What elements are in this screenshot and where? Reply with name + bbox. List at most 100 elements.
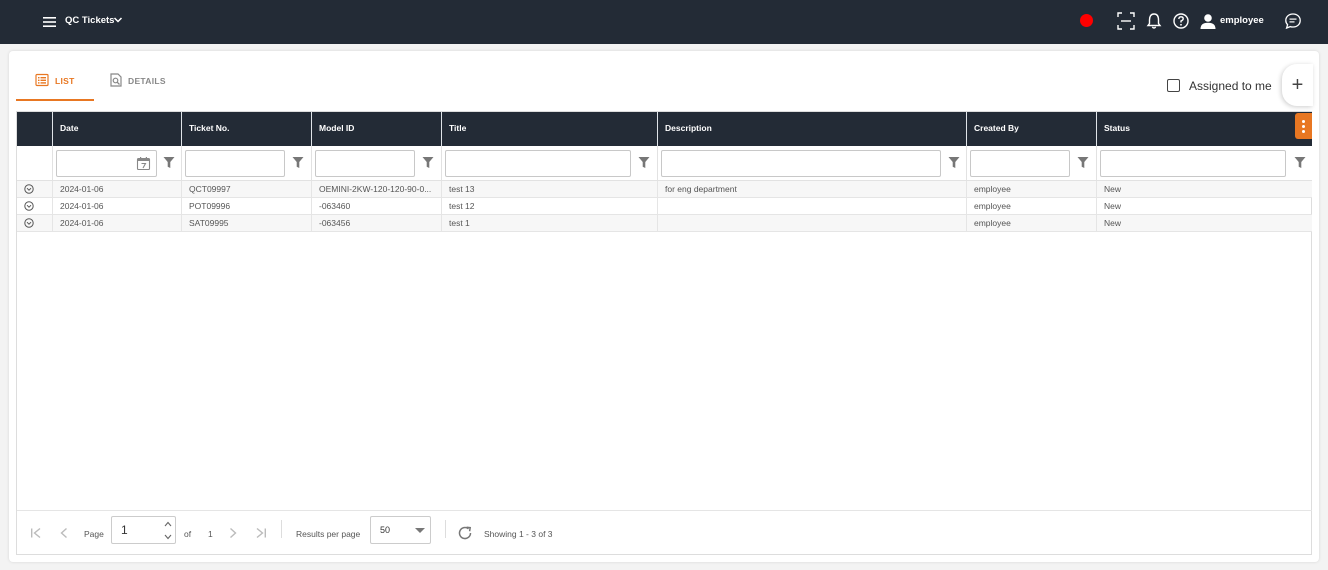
cell-created-by: employee <box>966 215 1096 232</box>
table-row[interactable]: 2024-01-06 POT09996 -063460 test 12 empl… <box>17 198 1312 215</box>
pager: Page 1 of 1 Results per page 50 Showing … <box>17 510 1312 555</box>
column-menu-button[interactable] <box>1295 113 1312 139</box>
filter-icon[interactable] <box>422 156 434 169</box>
assigned-to-me-checkbox[interactable]: Assigned to me <box>1167 78 1287 94</box>
expand-row-icon[interactable] <box>24 218 34 228</box>
results-per-page-select[interactable]: 50 <box>370 516 431 544</box>
header-status[interactable]: Status <box>1096 112 1296 146</box>
previous-page-icon[interactable] <box>57 526 71 540</box>
cell-date: 2024-01-06 <box>52 198 181 215</box>
last-page-icon[interactable] <box>254 526 268 540</box>
cell-created-by: employee <box>966 198 1096 215</box>
cell-created-by: employee <box>966 181 1096 198</box>
results-per-page-value[interactable]: 50 <box>380 525 390 535</box>
cell-status: New <box>1096 198 1312 215</box>
filter-icon[interactable] <box>1077 156 1089 169</box>
table-row[interactable]: 2024-01-06 QCT09997 OEMINI-2KW-120-120-9… <box>17 181 1312 198</box>
assigned-to-me-label[interactable]: Assigned to me <box>1189 79 1272 93</box>
ticket-no-filter-input[interactable] <box>185 150 285 177</box>
filter-ticket-no <box>181 146 311 181</box>
first-page-icon[interactable] <box>29 526 43 540</box>
cell-date: 2024-01-06 <box>52 215 181 232</box>
description-filter-input[interactable] <box>661 150 941 177</box>
cell-status: New <box>1096 181 1312 198</box>
cell-ticket-no: SAT09995 <box>181 215 311 232</box>
cell-title: test 1 <box>441 215 657 232</box>
page-number-input[interactable]: 1 <box>111 516 176 544</box>
tickets-grid: Date Ticket No. Model ID Title Descripti… <box>16 111 1312 555</box>
filter-icon[interactable] <box>948 156 960 169</box>
table-row[interactable]: 2024-01-06 SAT09995 -063456 test 1 emplo… <box>17 215 1312 232</box>
user-name[interactable]: employee <box>1220 15 1264 26</box>
cell-ticket-no: POT09996 <box>181 198 311 215</box>
filter-icon[interactable] <box>638 156 650 169</box>
title-filter-input[interactable] <box>445 150 631 177</box>
cell-status: New <box>1096 215 1312 232</box>
page-number-value[interactable]: 1 <box>121 523 128 537</box>
cell-model-id: OEMINI-2KW-120-120-90-0... <box>311 181 441 198</box>
grid-header: Date Ticket No. Model ID Title Descripti… <box>17 112 1312 146</box>
document-search-icon <box>110 73 122 87</box>
of-label: of <box>184 529 192 539</box>
header-created-by[interactable]: Created By <box>966 112 1096 146</box>
filter-icon[interactable] <box>1294 156 1306 169</box>
header-description[interactable]: Description <box>657 112 966 146</box>
chevron-down-icon[interactable] <box>113 15 123 25</box>
menu-icon[interactable] <box>40 12 60 32</box>
main-card: LIST DETAILS Assigned to me + Date Ticke… <box>9 51 1319 562</box>
tab-list-label: LIST <box>55 76 75 86</box>
chat-icon[interactable] <box>1284 12 1302 30</box>
results-per-page-label: Results per page <box>296 529 361 539</box>
filter-title <box>441 146 657 181</box>
cell-ticket-no: QCT09997 <box>181 181 311 198</box>
filter-model-id <box>311 146 441 181</box>
cell-date: 2024-01-06 <box>52 181 181 198</box>
cell-description <box>657 215 966 232</box>
date-filter-input[interactable] <box>56 150 157 177</box>
list-icon <box>35 73 49 87</box>
model-id-filter-input[interactable] <box>315 150 415 177</box>
filter-icon[interactable] <box>292 156 304 169</box>
filter-icon[interactable] <box>163 156 175 169</box>
dropdown-arrow-icon[interactable] <box>415 528 425 533</box>
cell-model-id: -063456 <box>311 215 441 232</box>
cell-title: test 12 <box>441 198 657 215</box>
filter-status <box>1096 146 1312 181</box>
header-title[interactable]: Title <box>441 112 657 146</box>
filter-description <box>657 146 966 181</box>
cell-title: test 13 <box>441 181 657 198</box>
filter-created-by <box>966 146 1096 181</box>
top-bar: QC Tickets employee <box>0 0 1328 44</box>
tab-details[interactable]: DETAILS <box>109 73 179 101</box>
created-by-filter-input[interactable] <box>970 150 1070 177</box>
total-pages: 1 <box>208 529 213 539</box>
checkbox-box[interactable] <box>1167 79 1180 92</box>
spin-up-icon[interactable] <box>164 521 172 527</box>
header-expander <box>17 112 52 146</box>
bell-icon[interactable] <box>1145 12 1163 30</box>
calendar-icon[interactable] <box>136 156 151 171</box>
showing-count: Showing 1 - 3 of 3 <box>484 529 553 539</box>
help-icon[interactable] <box>1172 12 1190 30</box>
add-button[interactable]: + <box>1282 64 1313 106</box>
cell-description: for eng department <box>657 181 966 198</box>
cell-model-id: -063460 <box>311 198 441 215</box>
tab-list[interactable]: LIST <box>16 73 94 101</box>
status-filter-input[interactable] <box>1100 150 1286 177</box>
header-date[interactable]: Date <box>52 112 181 146</box>
tab-details-label: DETAILS <box>128 76 166 86</box>
next-page-icon[interactable] <box>226 526 240 540</box>
spin-down-icon[interactable] <box>164 534 172 540</box>
refresh-icon[interactable] <box>457 525 473 541</box>
header-model-id[interactable]: Model ID <box>311 112 441 146</box>
filter-row <box>17 146 1312 181</box>
recording-indicator[interactable] <box>1080 14 1093 27</box>
app-title[interactable]: QC Tickets <box>65 15 114 26</box>
header-ticket-no[interactable]: Ticket No. <box>181 112 311 146</box>
user-icon[interactable] <box>1199 12 1217 30</box>
expand-row-icon[interactable] <box>24 201 34 211</box>
filter-date <box>52 146 181 181</box>
expand-row-icon[interactable] <box>24 184 34 194</box>
cell-description <box>657 198 966 215</box>
scan-icon[interactable] <box>1117 12 1135 30</box>
